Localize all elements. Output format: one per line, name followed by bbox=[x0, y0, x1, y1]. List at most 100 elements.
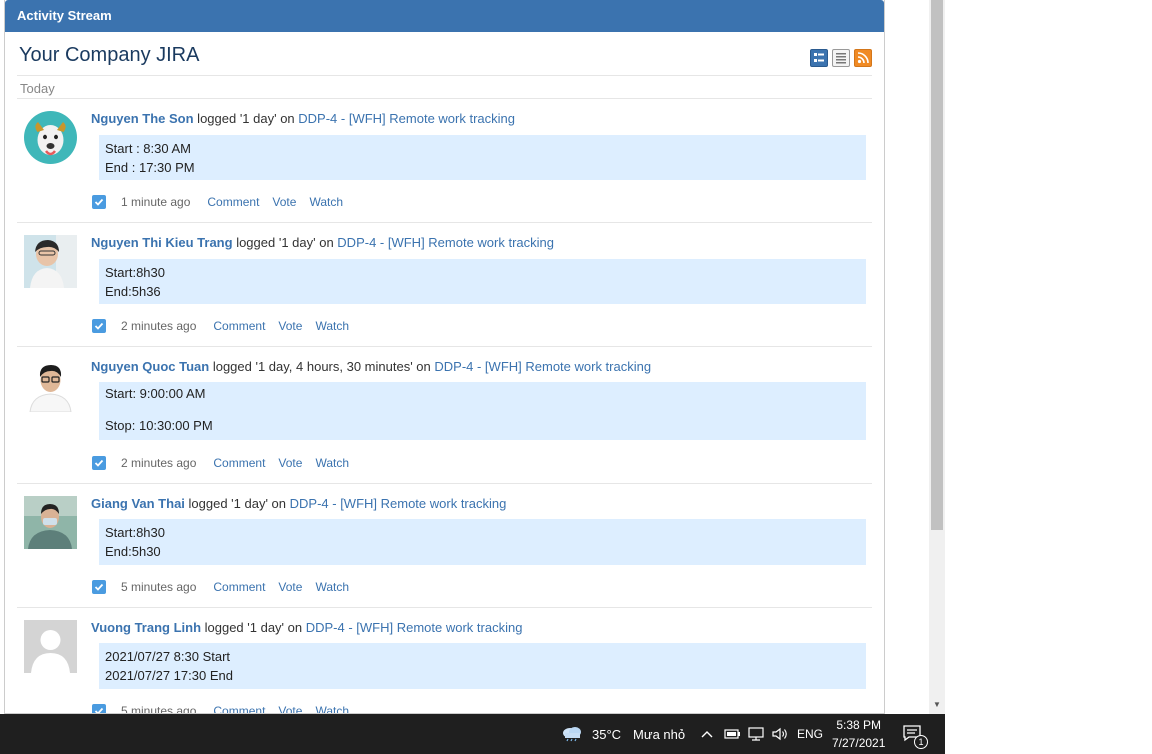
avatar[interactable] bbox=[24, 359, 77, 412]
comment-line: End:5h36 bbox=[105, 284, 161, 299]
issue-link[interactable]: DDP-4 - [WFH] Remote work tracking bbox=[434, 359, 651, 374]
comment-line: 2021/07/27 17:30 End bbox=[105, 668, 233, 683]
watch-link[interactable]: Watch bbox=[309, 195, 343, 209]
stream-title[interactable]: Your Company JIRA bbox=[19, 44, 199, 67]
chevron-up-icon bbox=[701, 731, 713, 738]
user-link[interactable]: Nguyen Quoc Tuan bbox=[91, 359, 209, 374]
user-link[interactable]: Nguyen The Son bbox=[91, 111, 194, 126]
blank-area bbox=[945, 0, 1152, 754]
network-icon[interactable] bbox=[747, 714, 765, 754]
notification-icon: 1 bbox=[902, 724, 928, 749]
page: Activity Stream Your Company JIRA Today … bbox=[0, 0, 1152, 754]
user-link[interactable]: Vuong Trang Linh bbox=[91, 620, 201, 635]
comment-line bbox=[105, 402, 860, 418]
activity-headline: Nguyen The Son logged '1 day' on DDP-4 -… bbox=[91, 111, 515, 126]
timestamp[interactable]: 1 minute ago bbox=[121, 195, 190, 209]
timestamp[interactable]: 2 minutes ago bbox=[121, 319, 196, 333]
watch-link[interactable]: Watch bbox=[315, 580, 349, 594]
day-label: Today bbox=[20, 81, 55, 96]
comment-line: Start:8h30 bbox=[105, 265, 165, 280]
timestamp[interactable]: 2 minutes ago bbox=[121, 456, 196, 470]
comment-link[interactable]: Comment bbox=[213, 319, 265, 333]
comment-line: Start:8h30 bbox=[105, 525, 165, 540]
activity-entry: Nguyen Quoc Tuan logged '1 day, 4 hours,… bbox=[17, 347, 872, 484]
weather-widget[interactable]: 35°C Mưa nhỏ bbox=[561, 714, 685, 754]
activity-entry: Nguyen The Son logged '1 day' on DDP-4 -… bbox=[17, 99, 872, 223]
worklog-type-icon bbox=[92, 456, 106, 470]
vote-link[interactable]: Vote bbox=[272, 195, 296, 209]
rss-feed-icon[interactable] bbox=[854, 49, 872, 67]
volume-icon[interactable] bbox=[771, 714, 789, 754]
user-link[interactable]: Nguyen Thi Kieu Trang bbox=[91, 235, 233, 250]
activity-entry: Nguyen Thi Kieu Trang logged '1 day' on … bbox=[17, 223, 872, 347]
comment-line: Start: 9:00:00 AM bbox=[105, 386, 206, 401]
timestamp[interactable]: 5 minutes ago bbox=[121, 704, 196, 713]
vote-link[interactable]: Vote bbox=[278, 580, 302, 594]
show-hidden-icons-button[interactable] bbox=[700, 714, 714, 754]
activity-actions: 2 minutes ago Comment Vote Watch bbox=[92, 456, 362, 470]
input-language-indicator[interactable]: ENG bbox=[797, 714, 823, 754]
activity-headline: Giang Van Thai logged '1 day' on DDP-4 -… bbox=[91, 496, 506, 511]
watch-link[interactable]: Watch bbox=[315, 704, 349, 713]
worklog-comment: Start:8h30 End:5h30 bbox=[99, 519, 866, 565]
clock-date: 7/27/2021 bbox=[832, 736, 886, 750]
activity-headline: Nguyen Quoc Tuan logged '1 day, 4 hours,… bbox=[91, 359, 651, 374]
issue-link[interactable]: DDP-4 - [WFH] Remote work tracking bbox=[337, 235, 554, 250]
activity-actions: 2 minutes ago Comment Vote Watch bbox=[92, 319, 362, 333]
comment-link[interactable]: Comment bbox=[213, 580, 265, 594]
worklog-type-icon bbox=[92, 704, 106, 713]
view-options bbox=[810, 49, 872, 67]
comment-line: Stop: 10:30:00 PM bbox=[105, 418, 213, 433]
watch-link[interactable]: Watch bbox=[315, 319, 349, 333]
list-view-icon[interactable] bbox=[832, 49, 850, 67]
activity-action: logged '1 day, 4 hours, 30 minutes' on bbox=[209, 359, 435, 374]
title-divider bbox=[17, 75, 872, 76]
comment-line: Start : 8:30 AM bbox=[105, 141, 191, 156]
vote-link[interactable]: Vote bbox=[278, 319, 302, 333]
vote-link[interactable]: Vote bbox=[278, 456, 302, 470]
battery-icon[interactable] bbox=[723, 714, 741, 754]
issue-link[interactable]: DDP-4 - [WFH] Remote work tracking bbox=[290, 496, 507, 511]
activity-action: logged '1 day' on bbox=[184, 496, 290, 511]
scroll-down-arrow-icon[interactable]: ▼ bbox=[932, 700, 942, 710]
issue-link[interactable]: DDP-4 - [WFH] Remote work tracking bbox=[306, 620, 523, 635]
weather-temperature: 35°C bbox=[592, 726, 622, 742]
avatar[interactable] bbox=[24, 111, 77, 164]
activity-stream-gadget: Activity Stream Your Company JIRA Today … bbox=[4, 0, 885, 714]
windows-taskbar: 35°C Mưa nhỏ ENG 5:38 PM 7/27/2021 1 bbox=[0, 714, 945, 754]
full-view-icon[interactable] bbox=[810, 49, 828, 67]
comment-line: 2021/07/27 8:30 Start bbox=[105, 649, 231, 664]
user-link[interactable]: Giang Van Thai bbox=[91, 496, 185, 511]
worklog-type-icon bbox=[92, 319, 106, 333]
watch-link[interactable]: Watch bbox=[315, 456, 349, 470]
issue-link[interactable]: DDP-4 - [WFH] Remote work tracking bbox=[298, 111, 515, 126]
activity-headline: Nguyen Thi Kieu Trang logged '1 day' on … bbox=[91, 235, 554, 250]
scrollbar-thumb[interactable] bbox=[931, 0, 943, 530]
worklog-comment: Start:8h30 End:5h36 bbox=[99, 259, 866, 304]
clock-time: 5:38 PM bbox=[836, 718, 882, 732]
timestamp[interactable]: 5 minutes ago bbox=[121, 580, 196, 594]
vote-link[interactable]: Vote bbox=[278, 704, 302, 713]
avatar[interactable] bbox=[24, 620, 77, 673]
comment-line: End : 17:30 PM bbox=[105, 160, 195, 175]
worklog-comment: Start : 8:30 AM End : 17:30 PM bbox=[99, 135, 866, 180]
activity-headline: Vuong Trang Linh logged '1 day' on DDP-4… bbox=[91, 620, 522, 635]
comment-link[interactable]: Comment bbox=[213, 456, 265, 470]
comment-line: End:5h30 bbox=[105, 544, 161, 559]
clock[interactable]: 5:38 PM 7/27/2021 bbox=[832, 714, 885, 754]
notification-count-badge: 1 bbox=[914, 735, 928, 749]
weather-description: Mưa nhỏ bbox=[633, 726, 686, 742]
activity-action: logged '1 day' on bbox=[201, 620, 306, 635]
worklog-type-icon bbox=[92, 580, 106, 594]
action-center-button[interactable]: 1 bbox=[902, 714, 928, 754]
activity-actions: 5 minutes ago Comment Vote Watch bbox=[92, 580, 362, 594]
gadget-header: Activity Stream bbox=[5, 0, 884, 32]
comment-link[interactable]: Comment bbox=[213, 704, 265, 713]
activity-entry: Vuong Trang Linh logged '1 day' on DDP-4… bbox=[17, 608, 872, 713]
activity-entry: Giang Van Thai logged '1 day' on DDP-4 -… bbox=[17, 484, 872, 608]
avatar[interactable] bbox=[24, 235, 77, 288]
cloud-rain-icon bbox=[561, 724, 583, 745]
vertical-scrollbar[interactable]: ▼ bbox=[929, 0, 945, 714]
comment-link[interactable]: Comment bbox=[207, 195, 259, 209]
avatar[interactable] bbox=[24, 496, 77, 549]
